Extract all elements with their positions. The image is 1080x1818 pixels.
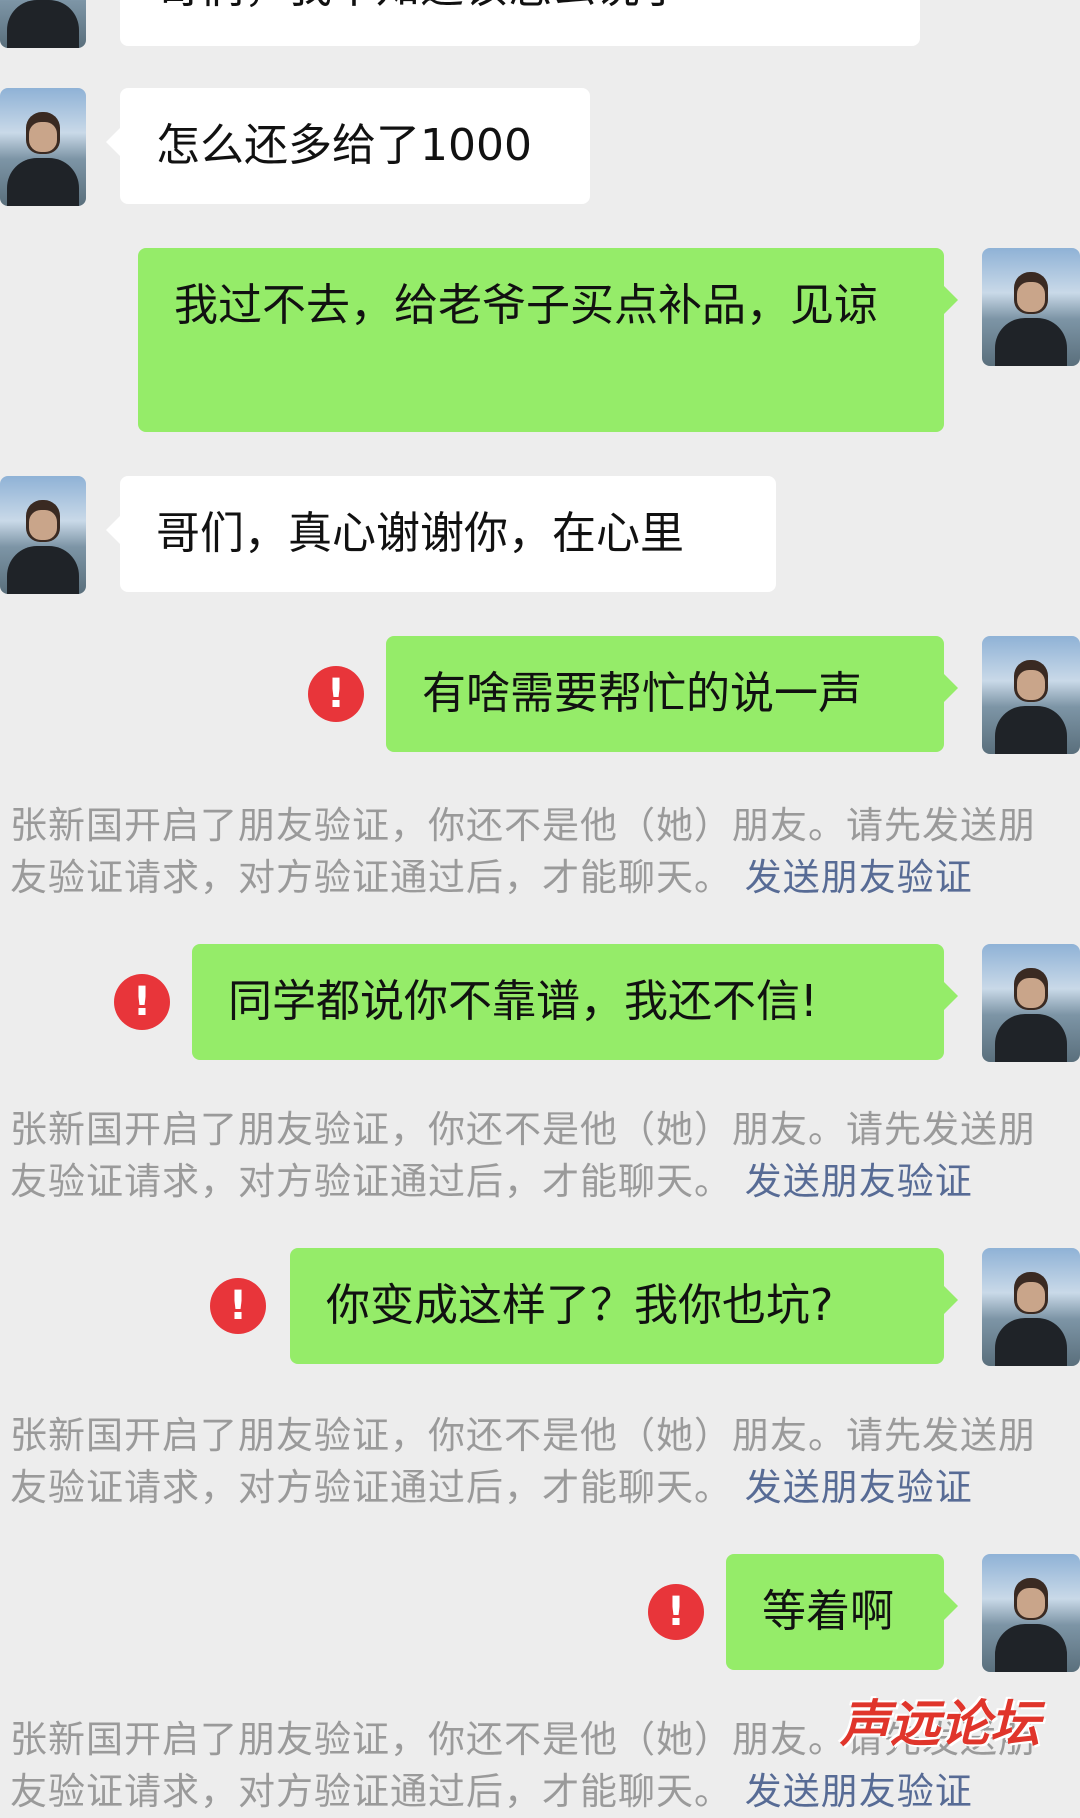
message-row: ! 同学都说你不靠谱，我还不信! (0, 944, 1080, 1064)
message-text: 哥们，我不知道该怎么说了 (156, 0, 684, 13)
avatar[interactable] (0, 0, 86, 48)
message-row: 我过不去，给老爷子买点补品，见谅 (0, 248, 1080, 434)
send-verification-link[interactable]: 发送朋友验证 (745, 1160, 973, 1203)
watermark-logo: 声远论坛 (840, 1694, 1040, 1753)
exclamation-circle-icon[interactable]: ! (308, 666, 364, 722)
avatar[interactable] (982, 1554, 1080, 1672)
message-bubble[interactable]: 同学都说你不靠谱，我还不信! (192, 944, 958, 1060)
message-bubble[interactable]: 怎么还多给了1000 (106, 88, 590, 204)
message-text: 有啥需要帮忙的说一声 (422, 668, 862, 719)
message-text: 怎么还多给了1000 (156, 120, 532, 171)
avatar[interactable] (982, 944, 1080, 1062)
avatar[interactable] (982, 248, 1080, 366)
message-text: 我过不去，给老爷子买点补品，见谅 (174, 280, 878, 331)
avatar[interactable] (982, 1248, 1080, 1366)
message-row: ! 有啥需要帮忙的说一声 (0, 636, 1080, 756)
system-notice: 张新国开启了朋友验证，你还不是他（她）朋友。请先发送朋友验证请求，对方验证通过后… (10, 800, 1070, 904)
message-text: 哥们，真心谢谢你，在心里 (156, 508, 684, 559)
exclamation-circle-icon[interactable]: ! (210, 1278, 266, 1334)
exclamation-circle-icon[interactable]: ! (648, 1584, 704, 1640)
send-verification-link[interactable]: 发送朋友验证 (745, 856, 973, 899)
avatar[interactable] (0, 476, 86, 594)
message-row: ! 你变成这样了？我你也坑? (0, 1248, 1080, 1368)
message-row: ! 等着啊 (0, 1554, 1080, 1674)
message-bubble[interactable]: 哥们，真心谢谢你，在心里 (106, 476, 776, 592)
system-notice: 张新国开启了朋友验证，你还不是他（她）朋友。请先发送朋友验证请求，对方验证通过后… (10, 1410, 1070, 1514)
message-row: 哥们，真心谢谢你，在心里 (0, 476, 1080, 596)
message-text: 等着啊 (762, 1586, 894, 1637)
message-bubble[interactable]: 我过不去，给老爷子买点补品，见谅 (138, 248, 958, 432)
message-bubble[interactable]: 你变成这样了？我你也坑? (290, 1248, 958, 1364)
message-text: 同学都说你不靠谱，我还不信! (228, 976, 818, 1027)
avatar[interactable] (0, 88, 86, 206)
message-bubble[interactable]: 哥们，我不知道该怎么说了 (120, 0, 920, 46)
system-notice: 张新国开启了朋友验证，你还不是他（她）朋友。请先发送朋友验证请求，对方验证通过后… (10, 1104, 1070, 1208)
avatar[interactable] (982, 636, 1080, 754)
message-text: 你变成这样了？我你也坑? (326, 1280, 834, 1331)
message-row: 怎么还多给了1000 (0, 88, 1080, 208)
send-verification-link[interactable]: 发送朋友验证 (745, 1770, 973, 1813)
message-bubble[interactable]: 等着啊 (726, 1554, 958, 1670)
message-row: 哥们，我不知道该怎么说了 (0, 0, 1080, 50)
exclamation-circle-icon[interactable]: ! (114, 974, 170, 1030)
message-bubble[interactable]: 有啥需要帮忙的说一声 (386, 636, 958, 752)
send-verification-link[interactable]: 发送朋友验证 (745, 1466, 973, 1509)
